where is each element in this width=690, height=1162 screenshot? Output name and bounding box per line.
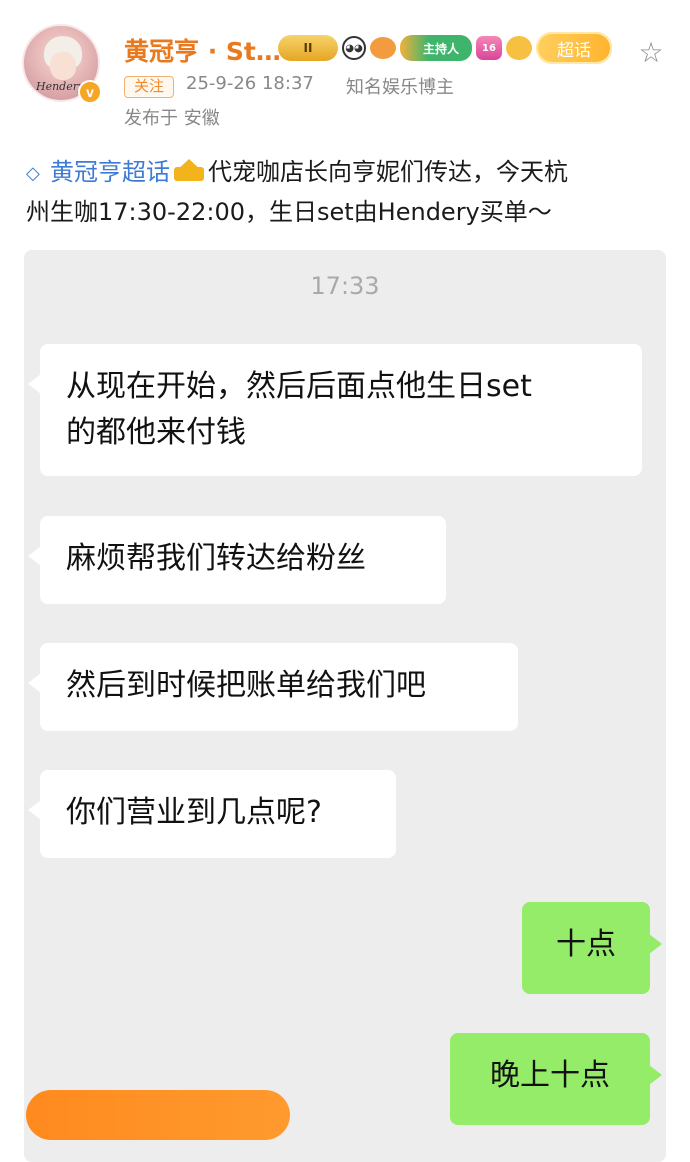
crown-level-badge[interactable]: II: [278, 35, 338, 61]
message-text: 你们营业到几点呢?: [66, 795, 322, 830]
emoji-badge-icon[interactable]: [506, 36, 532, 60]
super-topic-badge[interactable]: 超话: [536, 32, 612, 64]
outgoing-message-bubble: 十点: [522, 902, 662, 994]
message-text: 的都他来付钱: [66, 415, 246, 450]
host-badge[interactable]: 主持人: [400, 35, 472, 61]
post-text-line1: 代宠咖店长向亨妮们传达，今天杭: [208, 158, 568, 186]
badge-row: II ◕◕ 主持人 16 超话: [278, 32, 612, 64]
chat-screenshot[interactable]: 17:33 从现在开始，然后后面点他生日set 的都他来付钱 麻烦帮我们转达给粉…: [24, 250, 666, 1162]
username[interactable]: 黄冠亨 · St…: [124, 32, 281, 68]
outgoing-message-bubble: 晚上十点: [450, 1033, 662, 1125]
incoming-message-bubble: 麻烦帮我们转达给粉丝: [28, 516, 446, 604]
action-bar[interactable]: [26, 1090, 290, 1140]
message-text: 然后到时候把账单给我们吧: [66, 668, 426, 703]
message-text: 从现在开始，然后后面点他生日set: [66, 369, 532, 404]
topic-link[interactable]: 黄冠亨超话: [50, 158, 170, 186]
incoming-message-bubble: 你们营业到几点呢?: [28, 770, 396, 858]
avatar-face: [50, 52, 76, 80]
post-timestamp: 25-9-26 18:37: [186, 73, 314, 94]
level-badge[interactable]: 16: [476, 36, 502, 60]
topic-diamond-icon: ◇: [26, 163, 40, 184]
message-text: 十点: [556, 927, 616, 962]
post-body: ◇ 黄冠亨超话 代宠咖店长向亨妮们传达，今天杭 州生咖17:30-22:00，生日s…: [26, 152, 666, 232]
chat-timestamp: 17:33: [310, 272, 380, 300]
post-header: Hendery v 黄冠亨 · St… II ◕◕ 主持人 16 超话 ☆ 关注…: [0, 0, 690, 140]
crown-icon: [172, 157, 206, 183]
panda-badge-icon[interactable]: ◕◕: [342, 36, 366, 60]
fish-badge-icon[interactable]: [370, 37, 396, 59]
post-text-line2: 州生咖17:30-22:00，生日set由Hendery买单～: [26, 198, 552, 226]
post-location: 发布于 安徽: [124, 108, 220, 129]
author-role: 知名娱乐博主: [346, 77, 454, 98]
message-text: 晚上十点: [490, 1058, 610, 1093]
avatar-signature: Hendery: [36, 80, 85, 93]
message-text: 麻烦帮我们转达给粉丝: [66, 541, 366, 576]
verified-icon: v: [78, 80, 102, 104]
incoming-message-bubble: 从现在开始，然后后面点他生日set 的都他来付钱: [28, 344, 642, 476]
follow-button[interactable]: 关注: [124, 76, 174, 98]
star-icon[interactable]: ☆: [636, 38, 666, 68]
incoming-message-bubble: 然后到时候把账单给我们吧: [28, 643, 518, 731]
